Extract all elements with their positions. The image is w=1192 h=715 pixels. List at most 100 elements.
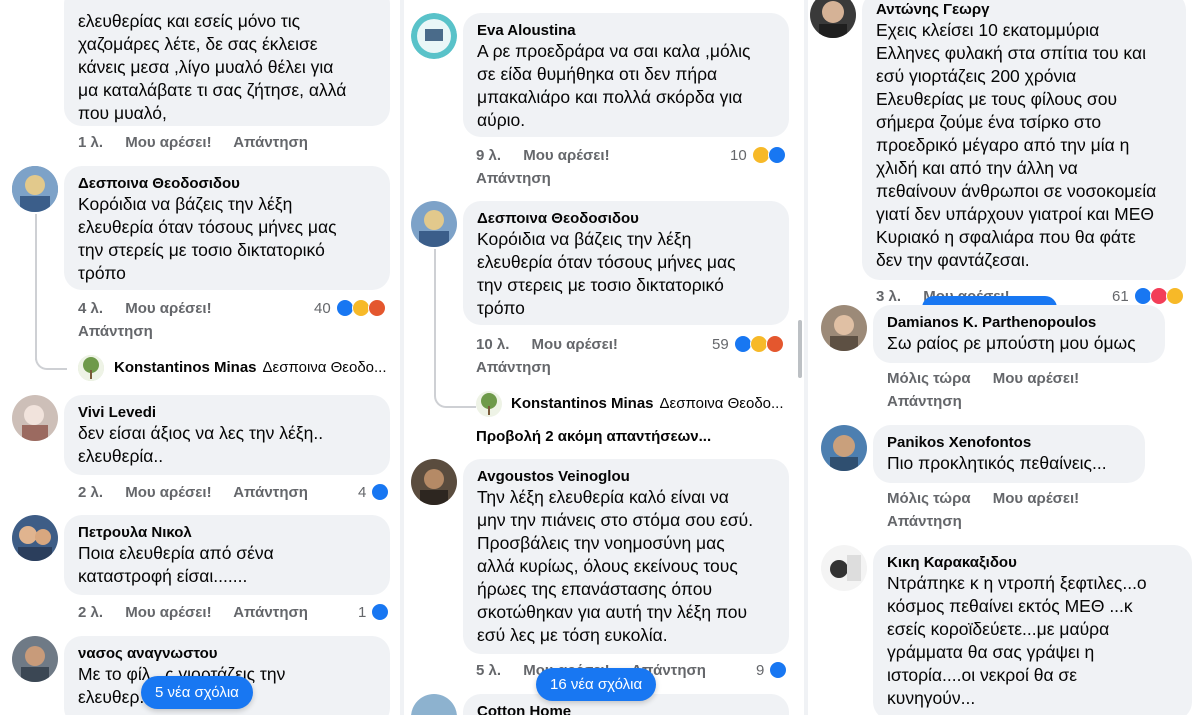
comment-time: Μόλις τώρα xyxy=(887,370,971,387)
comment-time: 2 λ. xyxy=(78,484,104,501)
subreply-author: Konstantinos Minas xyxy=(511,395,654,412)
comment-actions: 10 λ. Μου αρέσει! xyxy=(476,336,636,353)
avatar[interactable] xyxy=(476,391,502,417)
comment-text: δεν είσαι άξιος να λες την λέξη.. ελευθε… xyxy=(78,423,324,466)
comment-author[interactable]: Δεσποινα Θεοδοσιδου xyxy=(78,174,376,193)
avatar[interactable] xyxy=(411,13,457,59)
angry-reaction-icon xyxy=(367,299,386,317)
comment-actions: 2 λ. Μου αρέσει! Απάντηση xyxy=(78,484,326,501)
reaction-count: 4 xyxy=(358,483,367,501)
comment-actions: 2 λ. Μου αρέσει! Απάντηση xyxy=(78,604,326,621)
tree-avatar-icon xyxy=(476,391,502,417)
like-button[interactable]: Μου αρέσει! xyxy=(125,484,211,501)
reaction-summary[interactable]: 40 xyxy=(314,299,386,317)
reaction-summary[interactable]: 4 xyxy=(358,483,390,501)
comment-author[interactable]: Πετρουλα Νικολ xyxy=(78,523,376,542)
comment-bubble: Πετρουλα Νικολ Ποια ελευθερία από σένα κ… xyxy=(64,515,390,595)
avatar-photo-icon xyxy=(810,0,856,38)
like-button[interactable]: Μου αρέσει! xyxy=(125,134,211,151)
haha-reaction-icon xyxy=(751,146,770,164)
thread-line xyxy=(35,214,37,360)
reply-button[interactable]: Απάντηση xyxy=(476,170,551,187)
comment-text: Κορόιδια να βάζεις την λέξη ελευθερία ότ… xyxy=(78,194,337,283)
reaction-summary[interactable]: 59 xyxy=(712,335,784,353)
comment-bubble: ελευθερίας και εσείς μόνο τις χαζομάρες … xyxy=(64,0,390,126)
like-button[interactable]: Μου αρέσει! xyxy=(993,370,1079,387)
comment-time: 3 λ. xyxy=(876,288,902,305)
subreply-preview[interactable]: Konstantinos Minas Δεσποινα Θεοδο... xyxy=(511,395,784,412)
reply-button[interactable]: Απάντηση xyxy=(887,393,962,410)
comment-time: Μόλις τώρα xyxy=(887,490,971,507)
comment-author[interactable]: Cotton Home xyxy=(477,702,775,715)
reaction-summary[interactable]: 1 xyxy=(358,603,390,621)
comment-author[interactable]: Eva Aloustina xyxy=(477,21,775,40)
comment-text: ελευθερίας και εσείς μόνο τις χαζομάρες … xyxy=(78,11,347,123)
reaction-count: 61 xyxy=(1112,287,1129,305)
comment-author[interactable]: Damianos K. Parthenopoulos xyxy=(887,313,1151,332)
comment-text: Ντράπηκε κ η ντροπή ξεφτιλες...ο κόσμος … xyxy=(887,573,1147,708)
comment-author[interactable]: Δεσποινα Θεοδοσιδου xyxy=(477,209,775,228)
like-reaction-icon xyxy=(371,603,390,621)
reaction-summary[interactable]: 10 xyxy=(730,146,786,164)
like-button[interactable]: Μου αρέσει! xyxy=(993,490,1079,507)
comment-actions: 4 λ. Μου αρέσει! xyxy=(78,300,230,317)
reply-button[interactable]: Απάντηση xyxy=(476,359,551,376)
view-more-replies-link[interactable]: Προβολή 2 ακόμη απαντήσεων... xyxy=(476,428,711,445)
avatar[interactable] xyxy=(12,166,58,212)
like-button[interactable]: Μου αρέσει! xyxy=(532,336,618,353)
scrollbar[interactable] xyxy=(798,320,802,378)
avatar[interactable] xyxy=(810,0,856,38)
comment-bubble: Vivi Levedi δεν είσαι άξιος να λες την λ… xyxy=(64,395,390,475)
avatar-photo-icon xyxy=(411,201,457,247)
comment-time: 2 λ. xyxy=(78,604,104,621)
comment-bubble: Avgoustos Veinoglou Την λέξη ελευθερία κ… xyxy=(463,459,789,654)
comment-text: Κορόιδια να βάζεις την λέξη ελευθερία ότ… xyxy=(477,229,736,318)
haha-reaction-icon xyxy=(749,335,768,353)
reply-button[interactable]: Απάντηση xyxy=(233,484,308,501)
like-button[interactable]: Μου αρέσει! xyxy=(125,604,211,621)
like-button[interactable]: Μου αρέσει! xyxy=(125,300,211,317)
love-reaction-icon xyxy=(1149,287,1168,305)
comments-panel-left: ελευθερίας και εσείς μόνο τις χαζομάρες … xyxy=(0,0,400,715)
reaction-count: 10 xyxy=(730,146,747,164)
reply-button[interactable]: Απάντηση xyxy=(233,604,308,621)
comment-author[interactable]: Avgoustos Veinoglou xyxy=(477,467,775,486)
avatar[interactable] xyxy=(821,305,867,351)
comment-text: Σω ραίος ρε μπούστη μου όμως xyxy=(887,333,1136,353)
comment-actions: Μόλις τώρα Μου αρέσει! xyxy=(887,370,1097,387)
reply-button[interactable]: Απάντηση xyxy=(887,513,962,530)
avatar[interactable] xyxy=(411,459,457,505)
avatar[interactable] xyxy=(411,694,457,715)
reply-button[interactable]: Απάντηση xyxy=(233,134,308,151)
comment-time: 9 λ. xyxy=(476,147,502,164)
like-reaction-icon xyxy=(1133,287,1152,305)
comment-author[interactable]: νασος αναγνωστου xyxy=(78,644,376,663)
new-comments-button[interactable]: 5 νέα σχόλια xyxy=(141,676,253,709)
avatar-photo-icon xyxy=(12,636,58,682)
comment-time: 5 λ. xyxy=(476,662,502,679)
comment-bubble: Αντώνης Γεωργ Εχεις κλείσει 10 εκατομμύρ… xyxy=(862,0,1186,280)
comment-bubble: Κικη Καρακαξιδου Ντράπηκε κ η ντροπή ξεφ… xyxy=(873,545,1192,715)
comment-author[interactable]: Αντώνης Γεωργ xyxy=(876,0,1172,19)
comments-panel-middle: Eva Aloustina Α ρε προεδράρα να σαι καλα… xyxy=(404,0,804,715)
avatar[interactable] xyxy=(821,545,867,591)
comment-author[interactable]: Vivi Levedi xyxy=(78,403,376,422)
new-comments-button[interactable]: 16 νέα σχόλια xyxy=(536,668,657,701)
avatar[interactable] xyxy=(821,425,867,471)
reaction-count: 40 xyxy=(314,299,331,317)
avatar[interactable] xyxy=(12,395,58,441)
reaction-summary[interactable]: 9 xyxy=(756,661,788,679)
subreply-preview[interactable]: Konstantinos Minas Δεσποινα Θεοδο... xyxy=(114,359,387,376)
avatar[interactable] xyxy=(78,355,104,381)
avatar[interactable] xyxy=(411,201,457,247)
avatar[interactable] xyxy=(12,515,58,561)
like-reaction-icon xyxy=(733,335,752,353)
comment-author[interactable]: Panikos Xenofontos xyxy=(887,433,1131,452)
like-button[interactable]: Μου αρέσει! xyxy=(523,147,609,164)
avatar[interactable] xyxy=(12,636,58,682)
comment-author[interactable]: Κικη Καρακαξιδου xyxy=(887,553,1178,572)
reaction-summary[interactable]: 61 xyxy=(1112,287,1184,305)
reply-button[interactable]: Απάντηση xyxy=(78,323,153,340)
avatar-photo-icon xyxy=(821,425,867,471)
like-reaction-icon xyxy=(769,661,788,679)
